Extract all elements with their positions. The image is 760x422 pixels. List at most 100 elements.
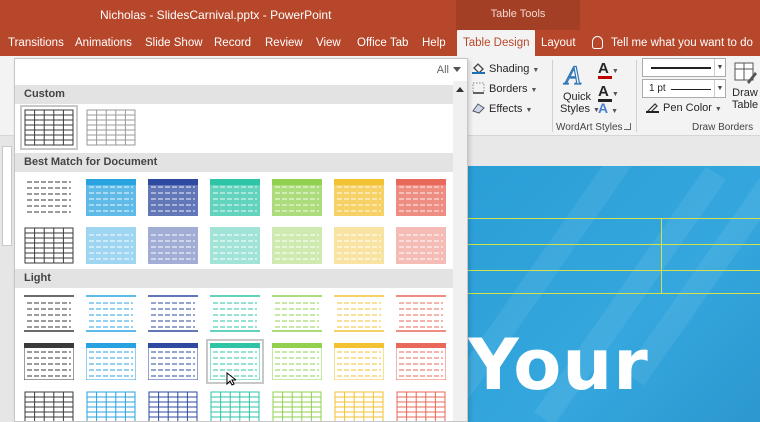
table-style-best-match-salmon-1[interactable] — [396, 179, 446, 216]
tab-layout[interactable]: Layout — [541, 30, 576, 56]
section-header-light: Light — [15, 269, 453, 288]
chevron-down-icon: ▼ — [714, 59, 725, 76]
table-style-best-match-salmon-2[interactable] — [396, 227, 446, 264]
text-fill-button[interactable]: A ▼ — [598, 60, 619, 79]
shading-label: Shading — [489, 63, 530, 75]
shading-button[interactable]: Shading ▼ — [472, 62, 539, 75]
scroll-up-icon[interactable] — [456, 87, 464, 92]
chevron-down-icon: ▼ — [611, 108, 619, 115]
quick-styles-button[interactable]: A Quick Styles ▼ — [560, 60, 600, 115]
tab-slide-show[interactable]: Slide Show — [145, 30, 203, 56]
tab-view[interactable]: View — [316, 30, 341, 56]
table-style-light-salmon-2[interactable] — [395, 342, 447, 381]
tab-office-tab[interactable]: Office Tab — [357, 30, 408, 56]
section-header-custom: Custom — [15, 85, 453, 104]
wordart-a-icon: A — [562, 60, 581, 90]
tab-help[interactable]: Help — [422, 30, 446, 56]
table-style-best-match-teal-2[interactable] — [210, 227, 260, 264]
text-fill-icon: A — [598, 60, 609, 77]
table-style-best-match-gold-1[interactable] — [334, 179, 384, 216]
ribbon-separator — [552, 60, 553, 132]
table-style-light-gold-2[interactable] — [333, 342, 385, 381]
table-style-custom-2[interactable] — [86, 109, 136, 146]
table-style-light-black-2[interactable] — [23, 342, 75, 381]
pen-style-dropdown[interactable]: ▼ — [642, 58, 726, 77]
slide-canvas[interactable]: Your — [468, 166, 760, 422]
effects-label: Effects — [489, 103, 523, 115]
table-styles-gallery: All Custom Best Match for Document Light — [14, 58, 468, 422]
table-border — [468, 244, 760, 245]
tab-animations[interactable]: Animations — [75, 30, 132, 56]
table-style-light-sky-1[interactable] — [86, 295, 136, 332]
draw-table-button[interactable]: Draw Table — [730, 60, 760, 111]
table-border — [661, 218, 662, 294]
table-style-light-teal-3[interactable] — [210, 391, 260, 421]
title-bar: Nicholas - SlidesCarnival.pptx - PowerPo… — [0, 0, 760, 30]
chevron-down-icon: ▼ — [611, 91, 619, 98]
table-style-light-black-1[interactable] — [24, 295, 74, 332]
table-tools-context-label: Table Tools — [456, 0, 580, 30]
ribbon-separator — [636, 60, 637, 132]
table-style-light-gold-3[interactable] — [334, 391, 384, 421]
table-style-best-match-black-1[interactable] — [24, 179, 74, 216]
draw-borders-group-label: Draw Borders — [692, 122, 754, 133]
chevron-down-icon — [453, 67, 461, 72]
table-style-best-match-navy-1[interactable] — [148, 179, 198, 216]
table-style-light-sky-2[interactable] — [85, 342, 137, 381]
table-style-best-match-black-2[interactable] — [24, 227, 74, 264]
dialog-launcher-icon[interactable] — [624, 123, 631, 130]
table-style-light-sky-3[interactable] — [86, 391, 136, 421]
table-style-light-lime-1[interactable] — [272, 295, 322, 332]
tab-review[interactable]: Review — [265, 30, 303, 56]
table-style-light-salmon-1[interactable] — [396, 295, 446, 332]
table-style-light-lime-2[interactable] — [271, 342, 323, 381]
table-style-light-navy-1[interactable] — [148, 295, 198, 332]
tab-transitions[interactable]: Transitions — [8, 30, 64, 56]
pen-weight-dropdown[interactable]: 1 pt ▼ — [642, 79, 726, 98]
tab-record[interactable]: Record — [214, 30, 251, 56]
chevron-down-icon: ▼ — [530, 87, 538, 94]
table-style-best-match-lime-1[interactable] — [272, 179, 322, 216]
table-style-custom-1[interactable] — [20, 105, 78, 150]
effects-button[interactable]: Effects ▼ — [472, 102, 532, 115]
table-border — [468, 270, 760, 271]
gallery-scrollbar[interactable] — [453, 81, 467, 421]
table-style-best-match-navy-2[interactable] — [148, 227, 198, 264]
tab-table-design[interactable]: Table Design — [457, 30, 536, 56]
table-style-light-navy-3[interactable] — [148, 391, 198, 421]
effects-icon — [472, 102, 485, 114]
pen-weight-value: 1 pt — [649, 83, 666, 94]
table-style-best-match-gold-2[interactable] — [334, 227, 384, 264]
table-style-light-navy-2[interactable] — [147, 342, 199, 381]
draw-table-label-2: Table — [731, 99, 759, 111]
gallery-filter-dropdown[interactable]: All — [437, 64, 461, 76]
table-style-light-black-3[interactable] — [24, 391, 74, 421]
table-style-light-salmon-3[interactable] — [396, 391, 446, 421]
table-border — [468, 293, 760, 294]
chevron-down-icon: ▼ — [525, 107, 533, 114]
quick-styles-label-2: Styles ▼ — [560, 103, 600, 115]
table-style-light-teal-1[interactable] — [210, 295, 260, 332]
window-title: Nicholas - SlidesCarnival.pptx - PowerPo… — [100, 8, 332, 22]
slide-title-text[interactable]: Your — [468, 324, 649, 406]
table-style-light-gold-1[interactable] — [334, 295, 384, 332]
chevron-down-icon: ▼ — [611, 68, 619, 75]
chevron-down-icon: ▼ — [714, 80, 725, 97]
tell-me-search[interactable]: Tell me what you want to do — [592, 30, 753, 56]
slide-table[interactable] — [468, 218, 760, 294]
text-effects-button[interactable]: A ▼ — [598, 100, 618, 116]
borders-label: Borders — [489, 83, 528, 95]
draw-table-icon — [734, 62, 757, 84]
svg-text:A: A — [563, 61, 581, 88]
borders-button[interactable]: Borders ▼ — [472, 82, 537, 95]
table-style-best-match-teal-1[interactable] — [210, 179, 260, 216]
table-style-best-match-lime-2[interactable] — [272, 227, 322, 264]
pen-style-line — [651, 67, 711, 69]
table-style-best-match-sky-1[interactable] — [86, 179, 136, 216]
table-border — [468, 218, 760, 219]
slide-thumbnail[interactable] — [2, 146, 12, 246]
table-style-best-match-sky-2[interactable] — [86, 227, 136, 264]
table-style-light-lime-3[interactable] — [272, 391, 322, 421]
pen-color-button[interactable]: Pen Color ▼ — [646, 101, 722, 114]
paint-bucket-icon — [472, 62, 485, 74]
